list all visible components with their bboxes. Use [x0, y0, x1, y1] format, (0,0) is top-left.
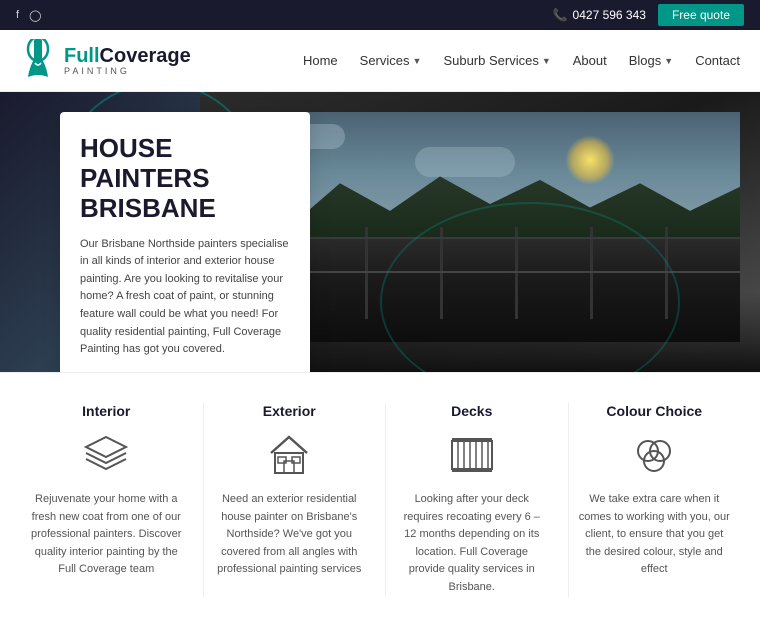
nav-blogs[interactable]: Blogs ▼ [629, 53, 673, 68]
feature-exterior-icon [265, 431, 313, 479]
nav-links: Home Services ▼ Suburb Services ▼ About … [303, 53, 740, 68]
logo[interactable]: FullCoverage PAINTING [20, 39, 191, 83]
hero-card: HOUSE PAINTERS BRISBANE Our Brisbane Nor… [60, 112, 310, 372]
free-quote-button[interactable]: Free quote [658, 4, 744, 26]
feature-exterior-title: Exterior [263, 403, 316, 419]
feature-decks-title: Decks [451, 403, 492, 419]
logo-icon [20, 39, 56, 83]
feature-colour: Colour Choice We take extra care when it… [568, 403, 741, 597]
feature-decks-icon [448, 431, 496, 479]
logo-name: FullCoverage [64, 45, 191, 67]
feature-interior-icon [82, 431, 130, 479]
hero-description: Our Brisbane Northside painters speciali… [80, 236, 290, 359]
feature-colour-title: Colour Choice [606, 403, 702, 419]
suburb-services-chevron: ▼ [542, 56, 551, 66]
blogs-chevron: ▼ [664, 56, 673, 66]
nav-about[interactable]: About [573, 53, 607, 68]
feature-interior-title: Interior [82, 403, 130, 419]
top-bar: f ◯ 📞 0427 596 343 Free quote [0, 0, 760, 30]
instagram-icon[interactable]: ◯ [29, 9, 41, 22]
colour-circles-icon [630, 431, 678, 479]
nav-home[interactable]: Home [303, 53, 338, 68]
feature-decks: Decks Looking after your deck requires r… [385, 403, 558, 597]
facebook-icon[interactable]: f [16, 9, 19, 21]
hero-section: HOUSE PAINTERS BRISBANE Our Brisbane Nor… [0, 92, 760, 372]
nav-contact[interactable]: Contact [695, 53, 740, 68]
feature-interior-desc: Rejuvenate your home with a fresh new co… [30, 491, 183, 579]
social-icons: f ◯ [16, 9, 41, 22]
hero-title: HOUSE PAINTERS BRISBANE [80, 134, 290, 224]
feature-colour-icon [630, 431, 678, 479]
feature-exterior-desc: Need an exterior residential house paint… [214, 491, 366, 579]
navbar: FullCoverage PAINTING Home Services ▼ Su… [0, 30, 760, 92]
house-icon [265, 431, 313, 479]
nav-services[interactable]: Services ▼ [360, 53, 422, 68]
feature-interior: Interior Rejuvenate your home with a fre… [20, 403, 193, 597]
nav-suburb-services[interactable]: Suburb Services ▼ [443, 53, 550, 68]
feature-exterior: Exterior Need an exterior residential ho… [203, 403, 376, 597]
features-section: Interior Rejuvenate your home with a fre… [0, 372, 760, 617]
layers-icon [82, 431, 130, 479]
phone-number: 📞 0427 596 343 [553, 8, 646, 22]
services-chevron: ▼ [413, 56, 422, 66]
logo-text: FullCoverage PAINTING [64, 45, 191, 77]
feature-colour-desc: We take extra care when it comes to work… [579, 491, 731, 579]
decks-icon [448, 431, 496, 479]
feature-decks-desc: Looking after your deck requires recoati… [396, 491, 548, 597]
phone-icon: 📞 [553, 8, 568, 22]
top-bar-right: 📞 0427 596 343 Free quote [553, 4, 744, 26]
logo-sub: PAINTING [64, 67, 191, 77]
